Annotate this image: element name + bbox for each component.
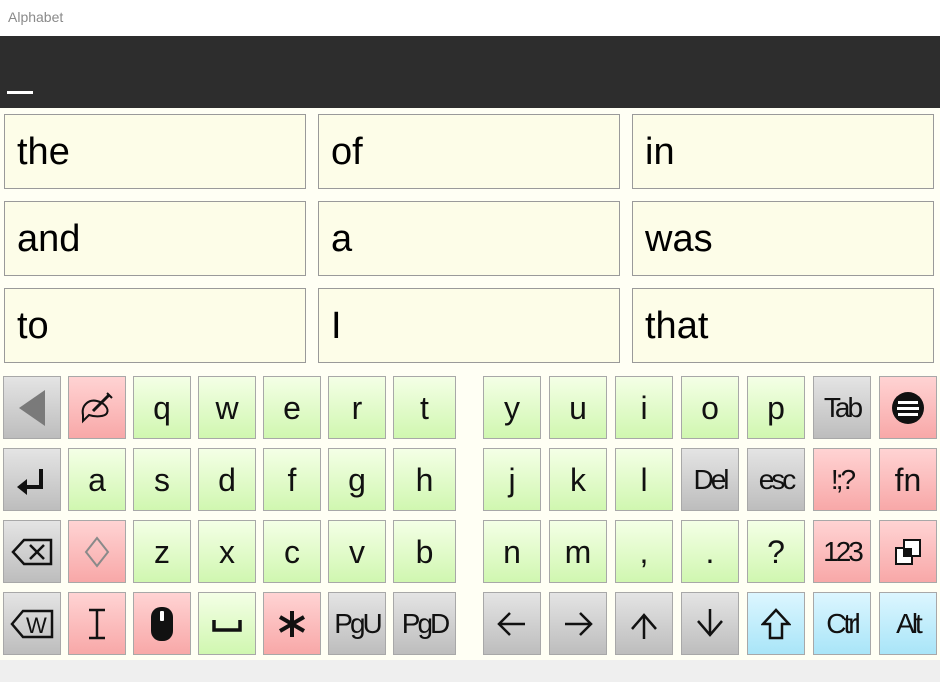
letter-key[interactable]: h [393, 448, 456, 511]
backspace-icon [11, 537, 53, 567]
backspace-key[interactable] [3, 520, 61, 583]
window-switch-key[interactable] [879, 520, 937, 583]
return-arrow-icon [15, 463, 49, 497]
shift-arrow-icon [761, 607, 791, 641]
arrow-down-key[interactable] [681, 592, 739, 655]
prediction-word[interactable]: I [318, 288, 620, 363]
arrow-down-icon [695, 607, 725, 641]
ctrl-key[interactable]: Ctrl [813, 592, 871, 655]
letter-key[interactable]: t [393, 376, 456, 439]
svg-text:W: W [26, 613, 47, 638]
arrow-left-icon [495, 609, 529, 639]
text-display[interactable] [0, 36, 940, 108]
letter-key[interactable]: q [133, 376, 191, 439]
arrow-right-key[interactable] [549, 592, 607, 655]
pen-bubble-icon [79, 391, 115, 425]
window-title: Alphabet [8, 9, 64, 25]
letter-key[interactable]: i [615, 376, 673, 439]
letter-key[interactable]: r [328, 376, 386, 439]
on-screen-keyboard: q w e r t y u i o p Tab a s d f g h j k … [0, 374, 940, 660]
title-bar: Alphabet [0, 0, 940, 36]
page-down-key[interactable]: PgD [393, 592, 456, 655]
letter-key[interactable]: b [393, 520, 456, 583]
letter-key[interactable]: j [483, 448, 541, 511]
arrow-right-icon [561, 609, 595, 639]
star-key[interactable] [263, 592, 321, 655]
letter-key[interactable]: c [263, 520, 321, 583]
prediction-word[interactable]: and [4, 201, 306, 276]
letter-key[interactable]: o [681, 376, 739, 439]
fn-key[interactable]: fn [879, 448, 937, 511]
alt-key[interactable]: Alt [879, 592, 937, 655]
letter-key[interactable]: x [198, 520, 256, 583]
tab-key[interactable]: Tab [813, 376, 871, 439]
letter-key[interactable]: a [68, 448, 126, 511]
prediction-word[interactable]: the [4, 114, 306, 189]
prediction-word[interactable]: that [632, 288, 934, 363]
letter-key[interactable]: d [198, 448, 256, 511]
letter-key[interactable]: f [263, 448, 321, 511]
delete-word-key[interactable]: W [3, 592, 61, 655]
comma-key[interactable]: , [615, 520, 673, 583]
diamond-key[interactable] [68, 520, 126, 583]
arrow-up-key[interactable] [615, 592, 673, 655]
enter-key[interactable] [3, 448, 61, 511]
prediction-word[interactable]: in [632, 114, 934, 189]
space-bar-icon [212, 614, 242, 634]
menu-key[interactable] [879, 376, 937, 439]
delete-key[interactable]: Del [681, 448, 739, 511]
letter-key[interactable]: m [549, 520, 607, 583]
triangle-left-icon [17, 388, 47, 428]
escape-key[interactable]: esc [747, 448, 805, 511]
letter-key[interactable]: v [328, 520, 386, 583]
handwriting-key[interactable] [68, 376, 126, 439]
arrow-up-icon [629, 607, 659, 641]
letter-key[interactable]: g [328, 448, 386, 511]
mouse-icon [149, 605, 175, 643]
text-cursor [7, 91, 33, 94]
prediction-word[interactable]: was [632, 201, 934, 276]
space-key[interactable] [198, 592, 256, 655]
letter-key[interactable]: e [263, 376, 321, 439]
letter-key[interactable]: u [549, 376, 607, 439]
menu-circle-icon [890, 390, 926, 426]
backspace-word-icon: W [10, 608, 54, 640]
numbers-key[interactable]: 123 [813, 520, 871, 583]
ibeam-icon [85, 607, 109, 641]
page-up-key[interactable]: PgU [328, 592, 386, 655]
shift-key[interactable] [747, 592, 805, 655]
prediction-word[interactable]: a [318, 201, 620, 276]
letter-key[interactable]: p [747, 376, 805, 439]
asterisk-icon [277, 609, 307, 639]
question-key[interactable]: ? [747, 520, 805, 583]
letter-key[interactable]: y [483, 376, 541, 439]
text-cursor-key[interactable] [68, 592, 126, 655]
letter-key[interactable]: s [133, 448, 191, 511]
letter-key[interactable]: k [549, 448, 607, 511]
letter-key[interactable]: w [198, 376, 256, 439]
punctuation-key[interactable]: !;? [813, 448, 871, 511]
status-bar [0, 660, 940, 682]
letter-key[interactable]: l [615, 448, 673, 511]
mouse-key[interactable] [133, 592, 191, 655]
arrow-left-key[interactable] [483, 592, 541, 655]
word-prediction-panel: the of in and a was to I that [0, 108, 940, 374]
letter-key[interactable]: n [483, 520, 541, 583]
diamond-icon [84, 535, 110, 568]
back-key[interactable] [3, 376, 61, 439]
prediction-word[interactable]: of [318, 114, 620, 189]
period-key[interactable]: . [681, 520, 739, 583]
prediction-word[interactable]: to [4, 288, 306, 363]
letter-key[interactable]: z [133, 520, 191, 583]
overlapping-squares-icon [892, 536, 924, 568]
